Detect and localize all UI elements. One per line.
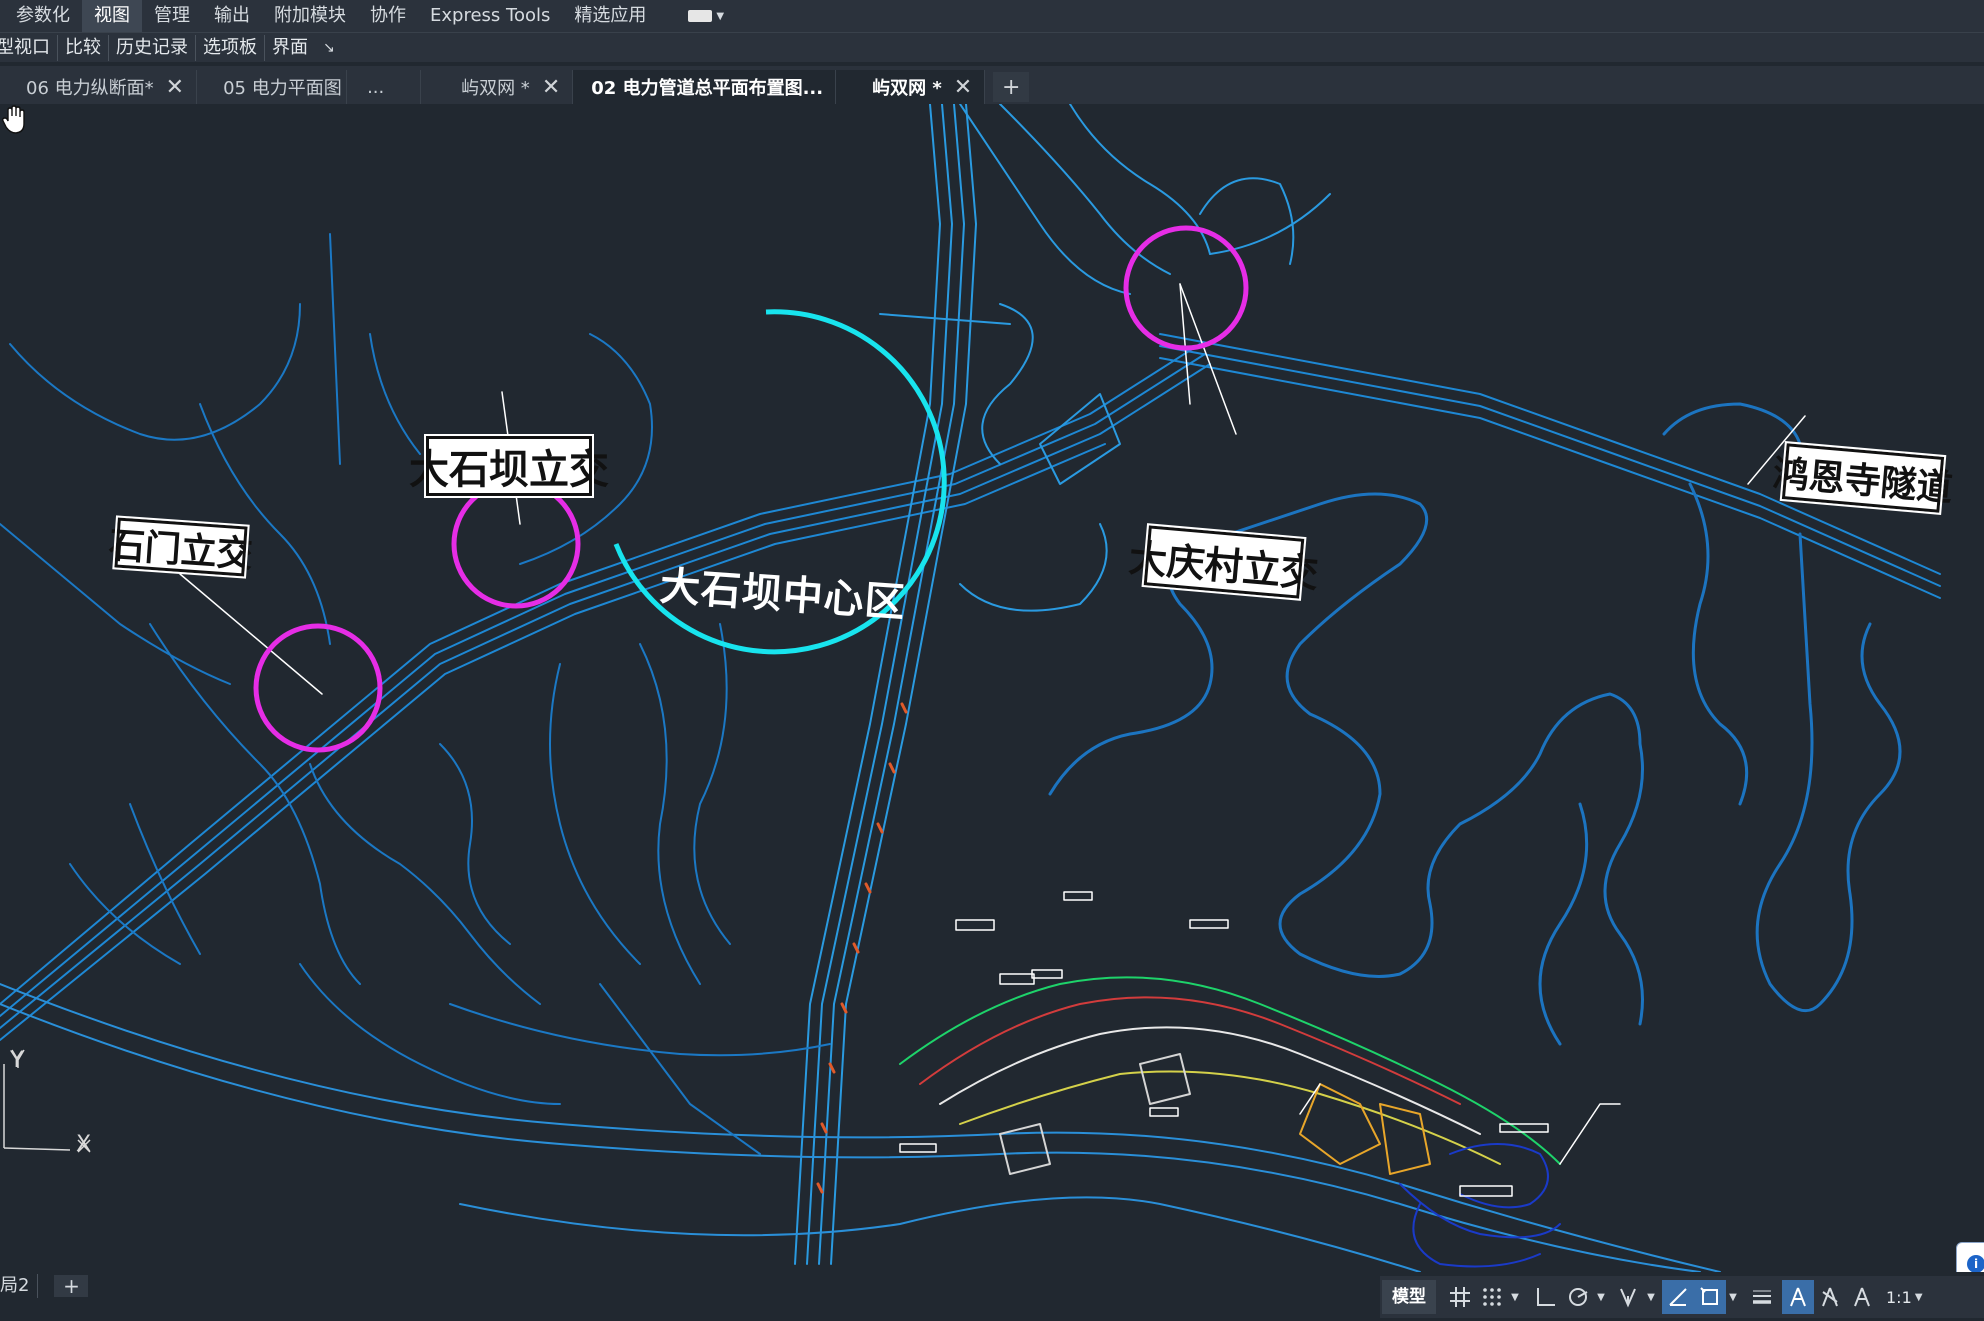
otrack-icon[interactable] xyxy=(1662,1280,1694,1314)
vertical-expressway-lines xyxy=(794,104,977,1265)
file-tab[interactable]: 屿双网 * ✕ xyxy=(421,70,574,104)
file-tab-label: 屿双网 * xyxy=(461,78,530,99)
annotation-visibility-icon[interactable] xyxy=(1782,1280,1814,1314)
chevron-down-icon[interactable]: ▼ xyxy=(1644,1292,1658,1303)
close-icon[interactable]: ✕ xyxy=(954,75,972,100)
new-layout-button[interactable]: + xyxy=(54,1274,89,1298)
file-tab-label: ... xyxy=(367,76,385,98)
ucs-x-label: X xyxy=(76,1132,92,1157)
dashiba-ring xyxy=(451,479,581,609)
utility-marks xyxy=(816,702,908,1194)
history-button[interactable]: 历史记录 xyxy=(109,34,196,61)
file-tab[interactable]: 05 电力平面图 xyxy=(197,70,348,104)
osnap-icon[interactable] xyxy=(1612,1280,1644,1314)
local-road-lines xyxy=(0,233,831,1155)
file-tab[interactable]: 06 电力纵断面* ✕ xyxy=(0,70,198,104)
layout-tab[interactable]: 局2 xyxy=(0,1274,39,1298)
lineweight-icon[interactable] xyxy=(1746,1280,1778,1314)
info-icon: i xyxy=(1967,1255,1984,1272)
close-icon[interactable]: ✕ xyxy=(542,75,560,100)
annotation-boxes xyxy=(899,891,1549,1197)
file-tab-label: 02 电力管道总平面布置图... xyxy=(591,78,824,99)
cad-application-window: 参数化 视图 管理 输出 附加模块 协作 Express Tools 精选应用 … xyxy=(0,0,1984,1321)
chevron-down-icon[interactable]: ▼ xyxy=(1594,1292,1608,1303)
ribbon-tab-output[interactable]: 输出 xyxy=(202,0,262,32)
ribbon-tab-featured-apps[interactable]: 精选应用 xyxy=(562,0,658,32)
shimen-ring xyxy=(253,623,383,753)
plus-icon: + xyxy=(63,1274,80,1298)
file-tab-label: 06 电力纵断面* xyxy=(26,78,154,99)
annotation-scale-icon[interactable] xyxy=(1846,1280,1878,1314)
plus-icon: + xyxy=(1001,74,1021,100)
annotation-scale-value[interactable]: 1:1 xyxy=(1878,1288,1912,1307)
ribbon-tab-view[interactable]: 视图 xyxy=(82,0,142,32)
model-space-button[interactable]: 模型 xyxy=(1382,1280,1436,1314)
chevron-down-icon[interactable]: ▼ xyxy=(1726,1292,1740,1303)
auto-scale-icon[interactable] xyxy=(1814,1280,1846,1314)
ribbon-panel-row: 型视口 比较 历史记录 选项板 界面 ↘ xyxy=(0,32,1984,62)
palettes-button[interactable]: 选项板 xyxy=(196,34,265,61)
file-tab-active[interactable]: 屿双网 * ✕ xyxy=(836,70,986,104)
file-tab-active[interactable]: 02 电力管道总平面布置图... xyxy=(573,70,837,104)
compare-button[interactable]: 比较 xyxy=(58,34,109,61)
status-toggles: 模型 ▼ ▼ ▼ ▼ 1:1 ▼ xyxy=(1380,1276,1984,1318)
file-tab-bar: 06 电力纵断面* ✕ 05 电力平面图 ... 屿双网 * ✕ 02 电力管道… xyxy=(0,66,1984,104)
ribbon-tab-express-tools[interactable]: Express Tools xyxy=(418,0,562,32)
label-dashiba-interchange: 大石坝立交 xyxy=(409,434,609,498)
snap-icon[interactable] xyxy=(1476,1280,1508,1314)
model-viewports-button[interactable]: 型视口 xyxy=(0,34,58,61)
file-tab-label: 05 电力平面图 xyxy=(223,78,342,99)
file-tab-label: 屿双网 * xyxy=(872,78,942,99)
interchange-highlight-rings xyxy=(253,225,1249,753)
pan-hand-cursor-icon xyxy=(2,105,25,134)
ribbon-tab-bar: 参数化 视图 管理 输出 附加模块 协作 Express Tools 精选应用 … xyxy=(0,0,1984,32)
layout-tab-bar: 局2 + xyxy=(0,1274,89,1298)
ribbon-tab-addins[interactable]: 附加模块 xyxy=(262,0,358,32)
drawing-canvas[interactable]: 石门立交 大石坝立交 大石坝中心区 大庆村立交 鸿恩寺隧道 Y X i 发 在 xyxy=(0,104,1984,1272)
info-notification-popup[interactable]: i 发 在 xyxy=(1956,1242,1984,1272)
workspace-toggle-icon xyxy=(688,10,713,22)
file-tab[interactable]: ... xyxy=(347,70,422,104)
ribbon-tab-parametric[interactable]: 参数化 xyxy=(4,0,82,32)
ribbon-tab-collaborate[interactable]: 协作 xyxy=(358,0,418,32)
chevron-down-icon[interactable]: ▼ xyxy=(1912,1292,1926,1303)
ucs-y-label: Y xyxy=(10,1048,24,1073)
interface-button[interactable]: 界面 xyxy=(265,35,315,61)
chevron-down-icon: ▼ xyxy=(716,10,725,22)
chevron-down-icon[interactable]: ▼ xyxy=(1508,1292,1522,1303)
selection-cycling-icon[interactable] xyxy=(1694,1280,1726,1314)
expressway-lines xyxy=(0,333,1941,1041)
new-tab-button[interactable]: + xyxy=(993,72,1030,102)
leader-lines xyxy=(179,283,1806,1165)
panel-expand-arrow-icon[interactable]: ↘ xyxy=(315,40,335,56)
status-bar: 局2 + 模型 ▼ ▼ ▼ ▼ 1:1 ▼ xyxy=(0,1272,1984,1321)
workspace-toggle-button[interactable]: ▼ xyxy=(658,0,724,32)
label-shimen-interchange: 石门立交 xyxy=(108,515,254,579)
polar-icon[interactable] xyxy=(1562,1280,1594,1314)
grid-icon[interactable] xyxy=(1444,1280,1476,1314)
road-network-drawing xyxy=(0,104,1941,1272)
ortho-icon[interactable] xyxy=(1530,1280,1562,1314)
close-icon[interactable]: ✕ xyxy=(166,75,184,100)
daqing-ring xyxy=(1123,225,1249,351)
ribbon-tab-manage[interactable]: 管理 xyxy=(142,0,202,32)
